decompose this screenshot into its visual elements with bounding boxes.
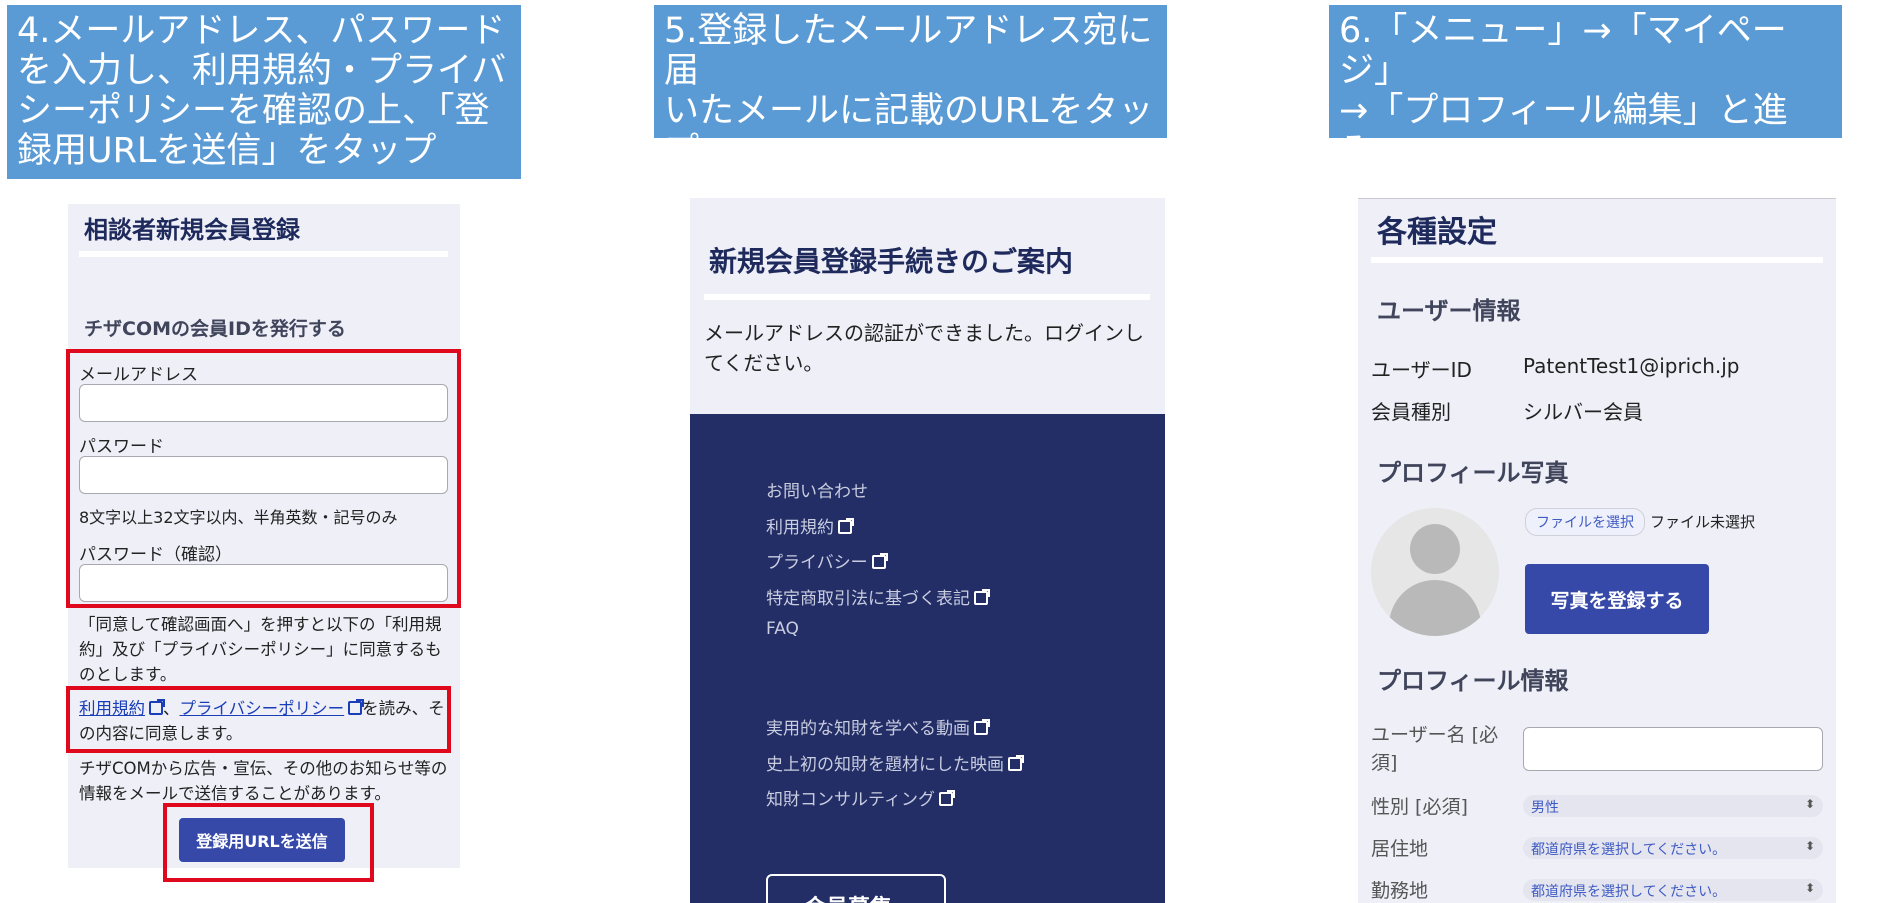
username-label: ユーザー名 [必須] <box>1371 724 1499 774</box>
external-link-icon <box>871 553 888 569</box>
password-hint: 8文字以上32文字以内、半角英数・記号のみ <box>79 508 398 527</box>
user-id-label: ユーザーID <box>1371 358 1472 382</box>
terms-link[interactable]: 利用規約 <box>79 699 165 718</box>
gender-select[interactable]: 男性 <box>1523 795 1823 817</box>
email-input[interactable] <box>79 384 448 422</box>
external-link-icon <box>974 589 990 605</box>
verification-message: メールアドレスの認証ができました。ログインしてください。 <box>704 321 1144 375</box>
workplace-label: 勤務地 <box>1371 880 1429 902</box>
footer-link-commerce[interactable]: 特定商取引法に基づく表記 <box>766 584 990 609</box>
step6-banner: 6.「メニュー」→「マイページ」 →「プロフィール編集」と進み、 プロフィール情… <box>1329 5 1842 138</box>
member-type-label: 会員種別 <box>1371 400 1451 424</box>
verification-screen: 新規会員登録手続きのご案内 メールアドレスの認証ができました。ログインしてくださ… <box>690 198 1165 903</box>
footer-link-faq[interactable]: FAQ <box>766 619 799 639</box>
user-info-heading: ユーザー情報 <box>1377 297 1521 325</box>
section-subtitle: チザCOMの会員IDを発行する <box>84 318 346 340</box>
no-file-label: ファイル未選択 <box>1650 513 1756 531</box>
page-title: 各種設定 <box>1377 215 1497 250</box>
user-id-value: PatentTest1@iprich.jp <box>1523 354 1740 378</box>
settings-screen: 各種設定 ユーザー情報 ユーザーID PatentTest1@iprich.jp… <box>1358 198 1836 903</box>
privacy-policy-link[interactable]: プライバシーポリシー <box>180 699 365 718</box>
member-type-value: シルバー会員 <box>1523 400 1643 424</box>
footer-link-movie[interactable]: 史上初の知財を題材にした映画 <box>766 750 1024 775</box>
send-registration-url-button[interactable]: 登録用URLを送信 <box>179 818 345 862</box>
external-link-icon <box>838 518 854 534</box>
email-label: メールアドレス <box>79 365 198 385</box>
title-divider <box>79 251 448 257</box>
ad-notice: チザCOMから広告・宣伝、その他のお知らせ等の情報をメールで送信することがありま… <box>79 759 448 803</box>
external-link-icon <box>149 699 165 715</box>
registration-screen: 相談者新規会員登録 チザCOMの会員IDを発行する メールアドレス パスワード … <box>68 204 460 868</box>
step5-banner: 5.登録したメールアドレス宛に届 いたメールに記載のURLをタップ し、メールア… <box>654 5 1167 138</box>
external-link-icon <box>938 790 955 806</box>
title-divider <box>1371 257 1823 263</box>
residence-select[interactable]: 都道府県を選択してください。 <box>1523 837 1823 859</box>
member-recruitment-button[interactable]: 会員募集 <box>766 874 946 903</box>
page-title: 新規会員登録手続きのご案内 <box>709 245 1074 278</box>
residence-label: 居住地 <box>1371 838 1429 860</box>
title-divider <box>704 294 1150 300</box>
page-title: 相談者新規会員登録 <box>84 216 300 244</box>
gender-label: 性別 [必須] <box>1371 796 1468 818</box>
agree-text: 利用規約 、プライバシーポリシー を読み、その内容に同意します。 <box>79 699 445 743</box>
consent-note: 「同意して確認画面へ」を押すと以下の「利用規約」及び「プライバシーポリシー」に同… <box>79 615 442 684</box>
site-footer <box>690 414 1165 903</box>
choose-file-button[interactable]: ファイルを選択 <box>1525 508 1645 536</box>
external-link-icon <box>974 719 990 735</box>
avatar-placeholder-icon <box>1371 508 1499 636</box>
profile-photo-heading: プロフィール写真 <box>1377 459 1569 487</box>
footer-link-contact[interactable]: お問い合わせ <box>766 477 868 502</box>
password-confirm-input[interactable] <box>79 564 448 602</box>
profile-info-heading: プロフィール情報 <box>1377 667 1569 695</box>
username-input[interactable] <box>1523 727 1823 771</box>
external-link-icon <box>348 699 365 715</box>
password-confirm-label: パスワード（確認） <box>79 545 232 565</box>
footer-link-privacy[interactable]: プライバシー <box>766 548 888 573</box>
external-link-icon <box>1008 755 1024 771</box>
step4-banner: 4.メールアドレス、パスワード を入力し、利用規約・プライバ シーポリシーを確認… <box>7 5 521 179</box>
footer-link-videos[interactable]: 実用的な知財を学べる動画 <box>766 714 990 739</box>
footer-link-consulting[interactable]: 知財コンサルティング <box>766 785 955 810</box>
password-label: パスワード <box>79 437 164 457</box>
footer-link-terms[interactable]: 利用規約 <box>766 513 854 538</box>
password-input[interactable] <box>79 456 448 494</box>
upload-photo-button[interactable]: 写真を登録する <box>1525 564 1709 634</box>
workplace-select[interactable]: 都道府県を選択してください。 <box>1523 879 1823 901</box>
